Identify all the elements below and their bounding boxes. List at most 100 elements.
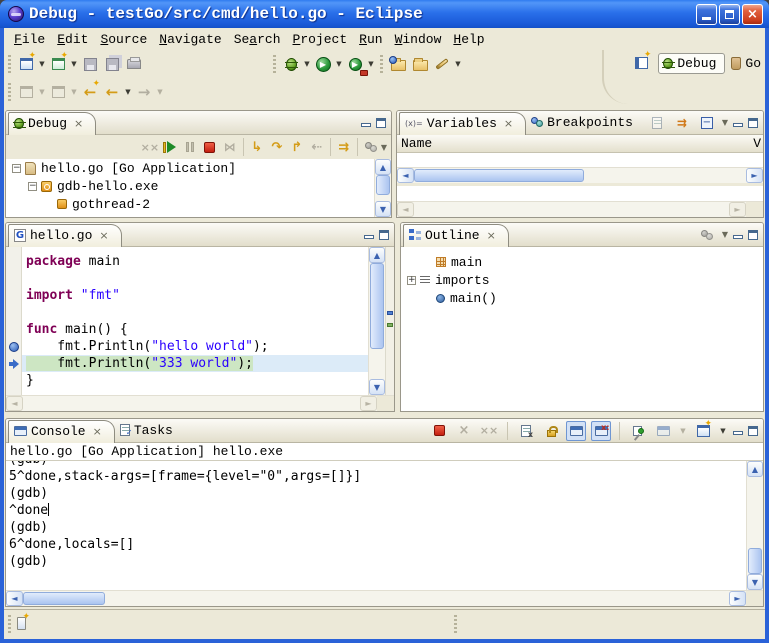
view-menu-chevron-icon[interactable]: ▼	[722, 118, 728, 127]
minimize-view-button[interactable]	[733, 123, 743, 127]
step-into-button[interactable]: ↳	[247, 137, 267, 157]
scrollbar-track[interactable]	[584, 168, 746, 183]
title-bar[interactable]: Debug - testGo/src/cmd/hello.go - Eclips…	[0, 0, 769, 28]
scroll-left-button[interactable]: ◄	[397, 202, 414, 217]
menu-item-window[interactable]: Window	[389, 30, 448, 49]
code-line[interactable]: }	[22, 372, 368, 389]
remove-all-launches-button[interactable]: ××	[479, 421, 499, 441]
console-line[interactable]: (gdb)	[9, 461, 746, 468]
terminate-button[interactable]	[200, 137, 220, 157]
show-stdout-button[interactable]	[566, 421, 586, 441]
code-area[interactable]: package mainimport "fmt"func main() { fm…	[22, 247, 368, 395]
scrollbar-thumb[interactable]	[370, 263, 384, 349]
gutter-row[interactable]	[6, 355, 21, 372]
suspend-button[interactable]	[180, 137, 200, 157]
status-drag-handle[interactable]	[8, 615, 11, 633]
gutter-row[interactable]	[6, 338, 21, 355]
show-type-names-button[interactable]	[647, 113, 667, 133]
menu-item-navigate[interactable]: Navigate	[153, 30, 227, 49]
step-return-button[interactable]: ↱	[287, 137, 307, 157]
close-tab-icon[interactable]: ×	[74, 117, 83, 130]
scroll-left-button[interactable]: ◄	[397, 168, 414, 183]
detail-horizontal-scrollbar[interactable]: ◄ ►	[397, 201, 763, 217]
run-button[interactable]: ▶	[312, 53, 334, 75]
debug-dropdown[interactable]: ▼	[302, 60, 312, 68]
console-output[interactable]: (gdb) 5^done,stack-args=[frame={level="0…	[6, 461, 746, 590]
scrollbar-thumb[interactable]	[748, 548, 762, 574]
minimize-button[interactable]	[696, 4, 717, 25]
remove-all-terminated-button[interactable]: ××	[140, 137, 160, 157]
maximize-view-button[interactable]	[748, 118, 758, 128]
menu-item-run[interactable]: Run	[353, 30, 388, 49]
tree-row[interactable]	[6, 213, 374, 217]
tree-expander-icon[interactable]: −	[12, 164, 21, 173]
breakpoints-tab[interactable]: Breakpoints	[526, 113, 645, 133]
minimize-view-button[interactable]	[733, 235, 743, 239]
overview-ruler[interactable]	[385, 247, 394, 395]
variables-column-header[interactable]: Name V	[397, 135, 763, 153]
variables-detail-pane[interactable]	[397, 186, 763, 201]
console-line[interactable]: (gdb)	[9, 519, 746, 536]
print-button[interactable]	[123, 53, 145, 75]
scrollbar-track[interactable]	[105, 591, 729, 606]
scrollbar-track[interactable]	[414, 202, 729, 217]
tree-row[interactable]: gothread-2	[6, 195, 374, 213]
step-filters-button[interactable]: ⇉	[334, 137, 354, 157]
open-console-button[interactable]: ✦	[693, 421, 713, 441]
show-logical-structure-button[interactable]: ⇉	[672, 113, 692, 133]
maximize-view-button[interactable]	[748, 230, 758, 240]
gutter-row[interactable]	[6, 287, 21, 304]
tree-row[interactable]: −gdb-hello.exe	[6, 177, 374, 195]
open-perspective-button[interactable]: ✦	[630, 52, 652, 74]
open-folder-button[interactable]	[409, 53, 431, 75]
menu-item-project[interactable]: Project	[287, 30, 354, 49]
close-tab-icon[interactable]: ×	[93, 425, 102, 438]
menu-item-file[interactable]: File	[8, 30, 51, 49]
code-line[interactable]: fmt.Println("hello world");	[22, 338, 368, 355]
back-dropdown[interactable]: ▼	[123, 88, 133, 96]
console-tab[interactable]: Console ×	[8, 420, 115, 443]
next-annotation-dropdown[interactable]: ▼	[37, 88, 47, 96]
gutter-row[interactable]	[6, 304, 21, 321]
maximize-button[interactable]	[719, 4, 740, 25]
fast-view-button[interactable]: ✦	[17, 617, 26, 630]
new-wizard-button[interactable]: ✦	[47, 53, 69, 75]
drop-to-frame-button[interactable]: ⇠	[307, 137, 327, 157]
tree-expander-icon[interactable]: +	[407, 276, 416, 285]
pin-console-button[interactable]	[628, 421, 648, 441]
debug-view-tab[interactable]: Debug ×	[8, 112, 96, 135]
last-edit-location-button[interactable]: ←✦	[79, 81, 101, 103]
maximize-view-button[interactable]	[376, 118, 386, 128]
instruction-pointer-marker-icon[interactable]	[387, 323, 393, 327]
perspective-go-button[interactable]: Go	[731, 56, 761, 71]
run-dropdown[interactable]: ▼	[334, 60, 344, 68]
menu-item-help[interactable]: Help	[447, 30, 490, 49]
gutter-row[interactable]	[6, 253, 21, 270]
tree-row[interactable]: main	[401, 253, 763, 271]
tree-row[interactable]: +imports	[401, 271, 763, 289]
clear-console-button[interactable]: x	[516, 421, 536, 441]
editor-horizontal-scrollbar[interactable]: ◄ ►	[6, 395, 394, 411]
debug-vertical-scrollbar[interactable]: ▲ ▼	[374, 159, 391, 217]
tree-expander-icon[interactable]: −	[28, 182, 37, 191]
toolbar-drag-handle[interactable]	[273, 55, 276, 73]
debug-button[interactable]	[280, 53, 302, 75]
scroll-down-button[interactable]: ▼	[375, 201, 391, 217]
console-horizontal-scrollbar[interactable]: ◄ ►	[6, 590, 763, 606]
scroll-down-button[interactable]: ▼	[369, 379, 385, 395]
outline-extra-button[interactable]	[697, 225, 717, 245]
minimize-view-button[interactable]	[733, 431, 743, 435]
remove-launch-button[interactable]: ×	[454, 421, 474, 441]
toolbar-drag-handle[interactable]	[8, 55, 11, 73]
code-line[interactable]: func main() {	[22, 321, 368, 338]
scroll-down-button[interactable]: ▼	[747, 574, 763, 590]
console-vertical-scrollbar[interactable]: ▲ ▼	[746, 461, 763, 590]
forward-dropdown[interactable]: ▼	[155, 88, 165, 96]
scrollbar-thumb[interactable]	[23, 592, 105, 605]
editor-vertical-scrollbar[interactable]: ▲ ▼	[368, 247, 385, 395]
toolbar-drag-handle[interactable]	[380, 55, 383, 73]
editor-tab[interactable]: G hello.go ×	[8, 224, 122, 247]
code-line[interactable]: import "fmt"	[22, 287, 368, 304]
previous-annotation-dropdown[interactable]: ▼	[69, 88, 79, 96]
gutter-row[interactable]	[6, 321, 21, 338]
